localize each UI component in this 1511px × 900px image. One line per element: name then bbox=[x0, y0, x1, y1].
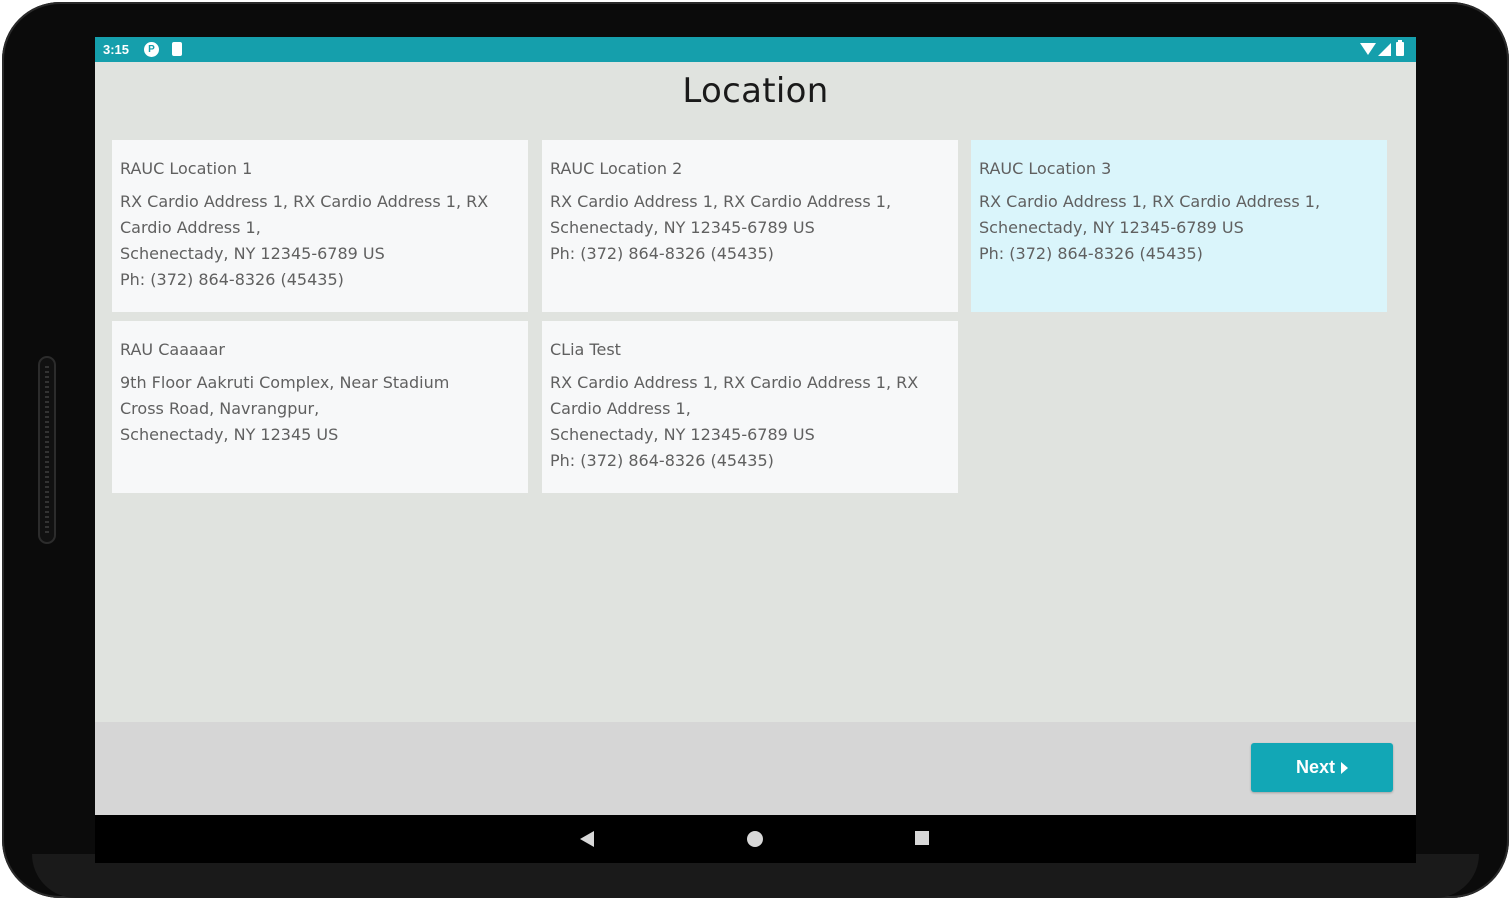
location-address-line-3: Schenectady, NY 12345-6789 US bbox=[550, 425, 815, 444]
location-address-line-1: RX Cardio Address 1, RX Cardio Address 1… bbox=[120, 192, 489, 211]
next-button-label: Next bbox=[1295, 757, 1335, 777]
location-phone: Ph: (372) 864-8326 (45435) bbox=[550, 244, 774, 263]
back-icon[interactable] bbox=[580, 831, 594, 847]
status-time: 3:15 bbox=[103, 42, 130, 57]
location-card-2[interactable]: RAUC Location 2 RX Cardio Address 1, RX … bbox=[542, 140, 958, 312]
location-phone: Ph: (372) 864-8326 (45435) bbox=[120, 270, 344, 289]
location-card-5[interactable]: CLia Test RX Cardio Address 1, RX Cardio… bbox=[542, 321, 958, 493]
page-title: Location bbox=[682, 71, 829, 111]
location-address-line-2: Cardio Address 1, bbox=[550, 399, 691, 418]
recents-icon[interactable] bbox=[915, 831, 929, 845]
location-name: RAUC Location 1 bbox=[120, 159, 253, 178]
location-name: RAUC Location 2 bbox=[550, 159, 683, 178]
location-name: RAUC Location 3 bbox=[979, 159, 1112, 178]
location-card-4[interactable]: RAU Caaaaar 9th Floor Aakruti Complex, N… bbox=[112, 321, 528, 493]
status-bar: 3:15 P bbox=[95, 37, 1416, 62]
location-card-1[interactable]: RAUC Location 1 RX Cardio Address 1, RX … bbox=[112, 140, 528, 312]
clipboard-icon bbox=[172, 42, 182, 56]
location-card-3[interactable]: RAUC Location 3 RX Cardio Address 1, RX … bbox=[971, 140, 1387, 312]
status-indicators bbox=[1360, 40, 1408, 58]
location-address-line-1: 9th Floor Aakruti Complex, Near Stadium bbox=[120, 373, 450, 392]
location-address-line-2: Schenectady, NY 12345-6789 US bbox=[979, 218, 1244, 237]
signal-icon bbox=[1378, 43, 1391, 56]
battery-icon bbox=[1396, 40, 1404, 56]
location-address-line-2: Cardio Address 1, bbox=[120, 218, 261, 237]
location-address-line-1: RX Cardio Address 1, RX Cardio Address 1… bbox=[550, 192, 892, 211]
caret-right-icon bbox=[1341, 761, 1348, 774]
location-address-line-2: Schenectady, NY 12345-6789 US bbox=[550, 218, 815, 237]
location-phone: Ph: (372) 864-8326 (45435) bbox=[979, 244, 1203, 263]
location-address-line-3: Schenectady, NY 12345-6789 US bbox=[120, 244, 385, 263]
tablet-side-button bbox=[38, 356, 56, 544]
location-address-line-3: Schenectady, NY 12345 US bbox=[120, 425, 339, 444]
app-screen: 3:15 P Location RAUC Location 1 RX Cardi… bbox=[95, 37, 1416, 815]
location-name: RAU Caaaaar bbox=[120, 340, 225, 359]
wifi-icon bbox=[1360, 43, 1376, 55]
notification-p-icon: P bbox=[144, 42, 159, 57]
home-icon[interactable] bbox=[747, 831, 763, 847]
bottom-action-bar bbox=[95, 722, 1416, 815]
location-name: CLia Test bbox=[550, 340, 621, 359]
location-address-line-1: RX Cardio Address 1, RX Cardio Address 1… bbox=[979, 192, 1321, 211]
location-phone: Ph: (372) 864-8326 (45435) bbox=[550, 451, 774, 470]
location-address-line-1: RX Cardio Address 1, RX Cardio Address 1… bbox=[550, 373, 919, 392]
next-button[interactable]: Next bbox=[1251, 743, 1393, 792]
location-address-line-2: Cross Road, Navrangpur, bbox=[120, 399, 320, 418]
system-navigation-bar bbox=[95, 815, 1416, 863]
